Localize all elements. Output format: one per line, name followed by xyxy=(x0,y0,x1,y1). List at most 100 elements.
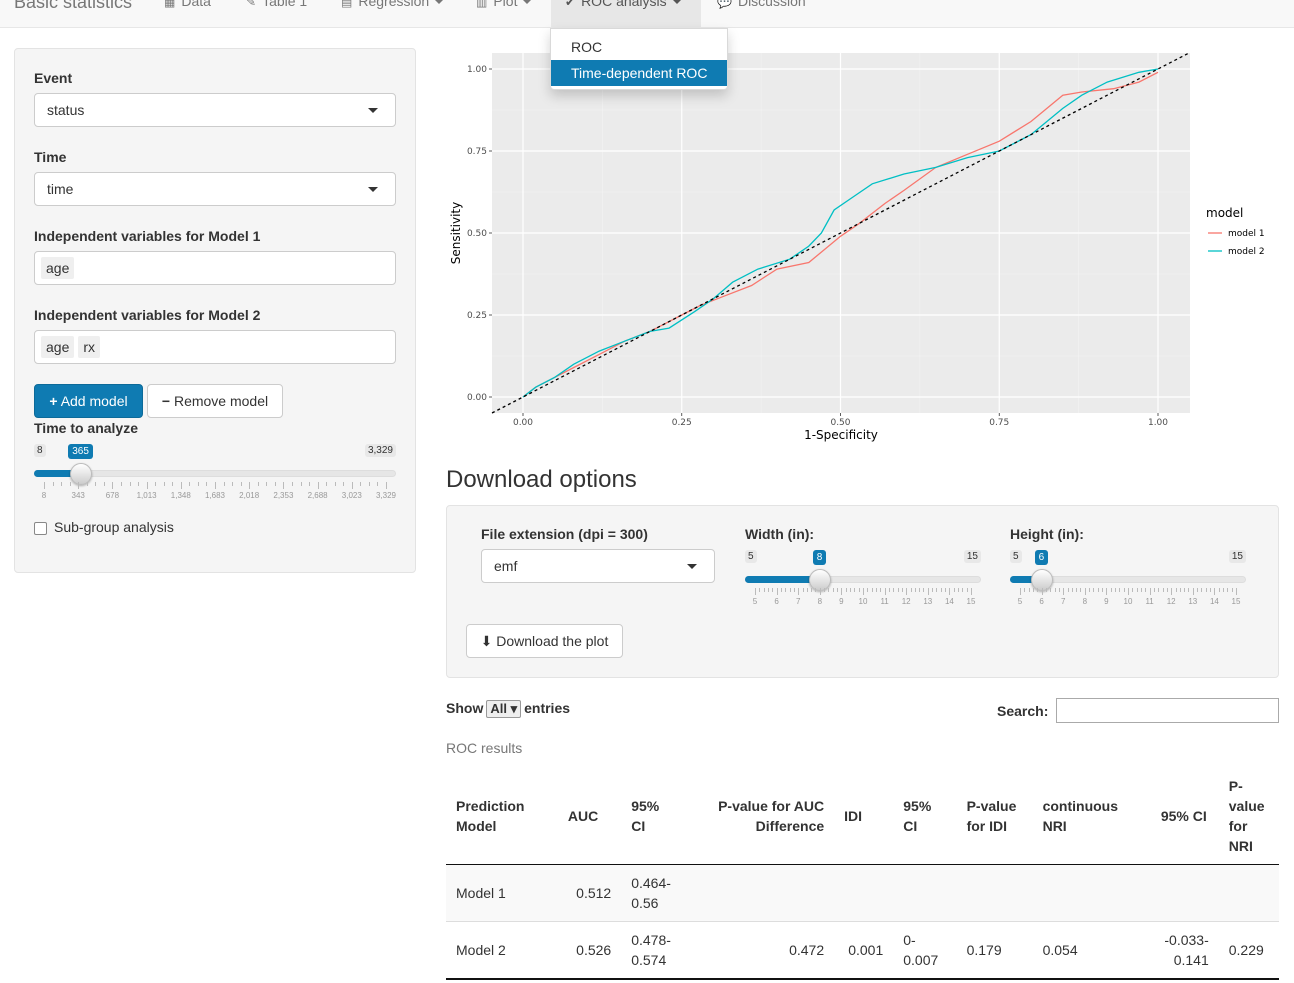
time-label: Time xyxy=(34,149,67,165)
event-select[interactable]: status xyxy=(34,93,396,127)
download-plot-button[interactable]: ⬇ Download the plot xyxy=(466,624,623,658)
width-slider[interactable]: 5 15 8 5 6 7 8 9 10 11 12 13 14 15 xyxy=(745,550,981,610)
tab-plot[interactable]: ▥ Plot xyxy=(462,0,545,27)
slider-minor-tick xyxy=(919,588,921,592)
col-header[interactable]: P-value for IDI xyxy=(956,768,1033,865)
col-header[interactable]: IDI xyxy=(834,768,894,865)
slider-tick-label: 14 xyxy=(1209,597,1219,606)
slider-minor-tick xyxy=(1054,588,1056,592)
slider-minor-tick xyxy=(880,588,882,592)
list-icon: ▤ xyxy=(341,0,353,9)
slider-minor-tick xyxy=(962,588,964,592)
col-header[interactable]: 95% CI xyxy=(621,768,685,865)
model1-vars-input[interactable]: age xyxy=(34,251,396,285)
slider-max-label: 15 xyxy=(963,550,981,563)
sidebar-panel: Event status Time time Independent varia… xyxy=(14,48,416,573)
slider-minor-tick xyxy=(1205,588,1207,592)
slider-tick-label: 343 xyxy=(71,491,85,500)
slider-ticks: 8 343 678 1,013 1,348 1,683 2,018 2,353 2,688 3,0… xyxy=(34,482,396,500)
slider-minor-tick xyxy=(897,588,899,592)
table-cell: 0.512 xyxy=(557,864,622,922)
add-model-button[interactable]: + Add model xyxy=(34,384,143,418)
slider-minor-tick xyxy=(86,482,88,486)
slider-minor-tick xyxy=(223,482,225,486)
chevron-down-icon xyxy=(523,0,532,5)
slider-tick-label: 6 xyxy=(774,597,779,606)
col-header[interactable]: continuous NRI xyxy=(1032,768,1151,865)
legend-title: model xyxy=(1206,206,1243,220)
slider-tick xyxy=(146,482,148,489)
search-input[interactable] xyxy=(1056,698,1279,723)
menu-item-roc[interactable]: ROC xyxy=(551,34,727,60)
col-header[interactable]: 95% CI xyxy=(1150,768,1219,865)
slider-minor-tick xyxy=(854,588,856,592)
slider-minor-tick xyxy=(953,588,955,592)
slider-minor-tick xyxy=(1132,588,1134,592)
slider-tick-label: 2,688 xyxy=(307,491,328,500)
remove-model-button[interactable]: − Remove model xyxy=(147,384,283,418)
table-cell: -0.033-0.141 xyxy=(1150,921,1219,980)
slider-minor-tick xyxy=(300,482,302,486)
time-to-analyze-label: Time to analyze xyxy=(34,420,139,436)
slider-tick xyxy=(1084,588,1086,595)
col-header[interactable]: Prediction Model xyxy=(446,768,558,865)
slider-tick xyxy=(841,588,843,595)
table-cell: Model 2 xyxy=(446,921,558,980)
slider-minor-tick xyxy=(1093,588,1095,592)
height-slider[interactable]: 5 15 6 5 6 7 8 9 10 11 12 13 14 15 xyxy=(1010,550,1246,610)
tab-discussion[interactable]: 💬 Discussion xyxy=(703,0,820,27)
slider-tick xyxy=(1192,588,1194,595)
slider-minor-tick xyxy=(1227,588,1229,592)
slider-tick-label: 5 xyxy=(1017,597,1023,606)
slider-minor-tick xyxy=(1162,588,1164,592)
var-tag[interactable]: age xyxy=(41,336,75,358)
slider-minor-tick xyxy=(155,482,157,486)
slider-tick xyxy=(112,482,114,489)
col-header[interactable]: P-value for AUC Difference xyxy=(684,768,835,865)
menu-item-time-dependent-roc[interactable]: Time-dependent ROC xyxy=(551,60,727,86)
slider-minor-tick xyxy=(274,482,276,486)
slider-minor-tick xyxy=(1071,588,1073,592)
chevron-down-icon xyxy=(368,108,378,113)
brand-title[interactable]: Basic statistics xyxy=(14,0,132,13)
slider-minor-tick xyxy=(824,588,826,592)
var-tag[interactable]: age xyxy=(41,257,75,279)
tab-regression[interactable]: ▤ Regression xyxy=(327,0,457,27)
slider-minor-tick xyxy=(936,588,938,592)
slider-tick-label: 2,018 xyxy=(239,491,260,500)
slider-minor-tick xyxy=(1123,588,1125,592)
slider-tick xyxy=(1106,588,1108,595)
slider-tick xyxy=(755,588,756,595)
slider-minor-tick xyxy=(945,588,947,592)
col-header[interactable]: 95% CI xyxy=(893,768,957,865)
file-ext-select[interactable]: emf xyxy=(481,549,715,583)
tab-data[interactable]: ▦ Data xyxy=(150,0,225,27)
tab-table1[interactable]: ✎ Table 1 xyxy=(232,0,321,27)
minus-icon: − xyxy=(161,393,171,409)
table-cell xyxy=(1150,864,1219,922)
table-cell xyxy=(956,864,1033,922)
tab-roc-analysis[interactable]: ✔ ROC analysis xyxy=(551,0,701,27)
slider-tick xyxy=(884,588,886,595)
model2-vars-input[interactable]: age rx xyxy=(34,330,396,364)
entries-select[interactable]: All ▾ xyxy=(486,700,522,718)
slider-tick xyxy=(949,588,951,595)
file-ext-label: File extension (dpi = 300) xyxy=(481,526,648,542)
slider-minor-tick xyxy=(232,482,234,486)
col-header[interactable]: AUC xyxy=(557,768,622,865)
var-tag[interactable]: rx xyxy=(78,336,101,358)
bar-chart-icon: ▥ xyxy=(476,0,488,9)
width-label: Width (in): xyxy=(745,526,815,542)
slider-tick-label: 14 xyxy=(944,597,954,606)
time-slider[interactable]: 8 3,329 365 8 343 678 1,013 1,348 1,683 2,018 2,35… xyxy=(34,444,396,504)
time-select[interactable]: time xyxy=(34,172,396,206)
table-cell xyxy=(834,864,894,922)
slider-tick-label: 7 xyxy=(795,597,801,606)
table-cell: Model 1 xyxy=(446,864,558,922)
col-header[interactable]: P-value for NRI xyxy=(1218,768,1279,865)
table-cell: 0.526 xyxy=(557,921,622,980)
slider-max-label: 3,329 xyxy=(364,444,396,457)
chevron-down-icon xyxy=(435,0,444,5)
slider-minor-tick xyxy=(815,588,817,592)
subgroup-checkbox[interactable] xyxy=(34,522,47,535)
